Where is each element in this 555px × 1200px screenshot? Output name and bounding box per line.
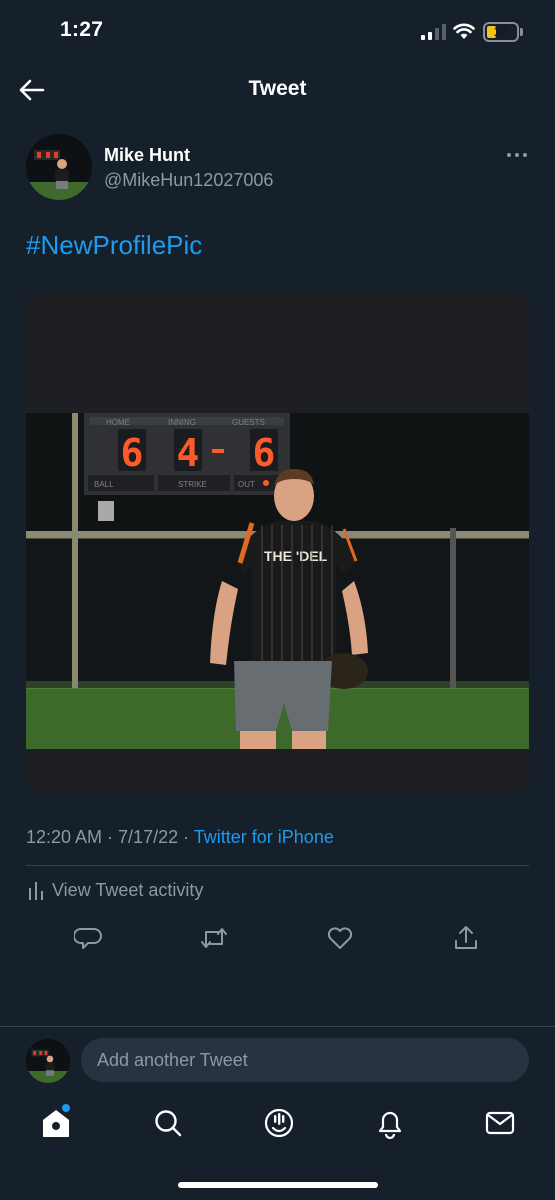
share-icon[interactable] <box>452 924 480 952</box>
view-tweet-activity[interactable]: View Tweet activity <box>52 880 203 901</box>
scoreboard-home: 6 <box>121 431 144 475</box>
reply-avatar <box>26 1039 70 1083</box>
notifications-icon[interactable] <box>374 1106 406 1140</box>
scoreboard-inning: 4 <box>177 431 200 475</box>
battery-indicator: 13 <box>483 22 519 42</box>
scoreboard-out-label: OUT <box>238 480 255 489</box>
spaces-icon[interactable] <box>263 1106 295 1140</box>
page-title: Tweet <box>248 77 307 100</box>
retweet-icon[interactable] <box>200 924 228 952</box>
home-indicator <box>178 1182 378 1188</box>
reply-divider <box>0 1026 555 1027</box>
messages-icon[interactable] <box>484 1106 516 1140</box>
home-notification-dot <box>62 1104 70 1112</box>
search-icon[interactable] <box>152 1106 184 1140</box>
battery-cap <box>520 28 523 36</box>
signal-icon <box>421 24 446 40</box>
activity-icon <box>29 882 43 900</box>
scoreboard-guests: 6 <box>253 431 276 475</box>
avatar[interactable] <box>26 134 92 200</box>
scoreboard-ball-label: BALL <box>94 480 114 489</box>
tweet-timestamp: 12:20 AM · 7/17/22 · <box>26 827 194 847</box>
scoreboard-guests-label: GUESTS <box>232 418 265 427</box>
tweet-source-link[interactable]: Twitter for iPhone <box>194 827 334 847</box>
wifi-icon <box>453 23 475 39</box>
hashtag-link[interactable]: #NewProfilePic <box>26 230 202 261</box>
tweet-meta: 12:20 AM · 7/17/22 · Twitter for iPhone <box>26 827 334 848</box>
divider <box>26 865 529 866</box>
tweet-media[interactable]: HOME INNING GUESTS 6 4 6 BALL STRIKE OUT… <box>26 292 529 794</box>
scoreboard-home-label: HOME <box>106 418 130 427</box>
reply-icon[interactable] <box>74 924 102 952</box>
like-icon[interactable] <box>326 924 354 952</box>
reply-input[interactable]: Add another Tweet <box>81 1038 529 1082</box>
battery-level: 13 <box>493 24 509 39</box>
profile-photo[interactable]: HOME INNING GUESTS 6 4 6 BALL STRIKE OUT… <box>26 413 529 749</box>
author-name[interactable]: Mike Hunt <box>104 145 190 166</box>
more-icon[interactable] <box>505 148 529 162</box>
scoreboard-strike-label: STRIKE <box>178 480 207 489</box>
status-time: 1:27 <box>60 18 104 41</box>
author-handle[interactable]: @MikeHun12027006 <box>104 170 273 191</box>
scoreboard-inning-label: INNING <box>168 418 196 427</box>
jersey-text: THE 'DEL <box>264 548 328 564</box>
